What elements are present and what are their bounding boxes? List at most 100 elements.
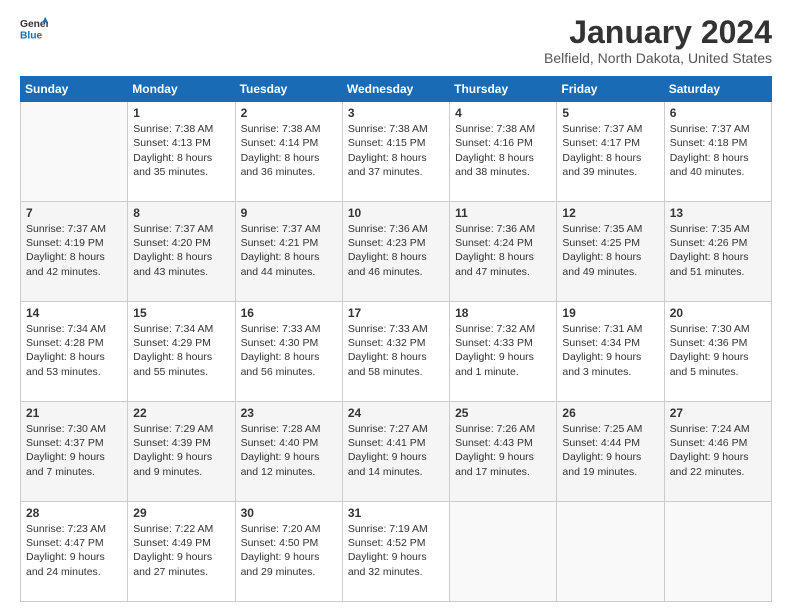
day-cell-4-6 [664, 502, 771, 602]
week-row-1: 7 Sunrise: 7:37 AM Sunset: 4:19 PM Daylig… [21, 202, 772, 302]
day-cell-3-0: 21Sunrise: 7:30 AM Sunset: 4:37 PM Dayli… [21, 402, 128, 502]
svg-text:Blue: Blue [20, 30, 43, 41]
day-number: 9 [241, 206, 337, 220]
day-number: 30 [241, 506, 337, 520]
day-info: Sunrise: 7:32 AM Sunset: 4:33 PM Dayligh… [455, 322, 551, 379]
day-number: 22 [133, 406, 229, 420]
day-info: Sunrise: 7:37 AM Sunset: 4:21 PM Dayligh… [241, 222, 337, 279]
day-info: Sunrise: 7:35 AM Sunset: 4:26 PM Dayligh… [670, 222, 766, 279]
logo: General Blue [20, 15, 48, 43]
day-number: 31 [348, 506, 444, 520]
week-row-3: 21Sunrise: 7:30 AM Sunset: 4:37 PM Dayli… [21, 402, 772, 502]
header-friday: Friday [557, 77, 664, 102]
day-number: 7 [26, 206, 122, 220]
day-cell-4-2: 30 Sunrise: 7:20 AM Sunset: 4:50 PM Dayli… [235, 502, 342, 602]
day-info: Sunrise: 7:29 AM Sunset: 4:39 PM Dayligh… [133, 422, 229, 479]
day-number: 23 [241, 406, 337, 420]
day-info: Sunrise: 7:24 AM Sunset: 4:46 PM Dayligh… [670, 422, 766, 479]
day-number: 14 [26, 306, 122, 320]
day-cell-2-5: 19 Sunrise: 7:31 AM Sunset: 4:34 PM Dayli… [557, 302, 664, 402]
day-info: Sunrise: 7:38 AM Sunset: 4:14 PM Dayligh… [241, 122, 337, 179]
day-info: Sunrise: 7:30 AM Sunset: 4:37 PM Dayligh… [26, 422, 122, 479]
day-number: 2 [241, 106, 337, 120]
day-info: Sunrise: 7:23 AM Sunset: 4:47 PM Dayligh… [26, 522, 122, 579]
day-number: 1 [133, 106, 229, 120]
title-section: January 2024 Belfield, North Dakota, Uni… [544, 15, 772, 66]
day-number: 19 [562, 306, 658, 320]
day-cell-3-4: 25 Sunrise: 7:26 AM Sunset: 4:43 PM Dayli… [450, 402, 557, 502]
day-number: 24 [348, 406, 444, 420]
day-cell-1-5: 12 Sunrise: 7:35 AM Sunset: 4:25 PM Dayli… [557, 202, 664, 302]
day-number: 13 [670, 206, 766, 220]
day-number: 15 [133, 306, 229, 320]
day-number: 11 [455, 206, 551, 220]
day-cell-1-1: 8Sunrise: 7:37 AM Sunset: 4:20 PM Daylig… [128, 202, 235, 302]
day-number: 12 [562, 206, 658, 220]
day-number: 18 [455, 306, 551, 320]
day-cell-3-2: 23 Sunrise: 7:28 AM Sunset: 4:40 PM Dayli… [235, 402, 342, 502]
day-info: Sunrise: 7:37 AM Sunset: 4:19 PM Dayligh… [26, 222, 122, 279]
day-number: 6 [670, 106, 766, 120]
day-number: 25 [455, 406, 551, 420]
day-info: Sunrise: 7:35 AM Sunset: 4:25 PM Dayligh… [562, 222, 658, 279]
day-info: Sunrise: 7:38 AM Sunset: 4:13 PM Dayligh… [133, 122, 229, 179]
calendar-title: January 2024 [544, 15, 772, 50]
day-number: 3 [348, 106, 444, 120]
day-info: Sunrise: 7:37 AM Sunset: 4:18 PM Dayligh… [670, 122, 766, 179]
day-cell-2-3: 17 Sunrise: 7:33 AM Sunset: 4:32 PM Dayli… [342, 302, 449, 402]
day-cell-0-0 [21, 102, 128, 202]
day-number: 20 [670, 306, 766, 320]
day-info: Sunrise: 7:38 AM Sunset: 4:16 PM Dayligh… [455, 122, 551, 179]
header-tuesday: Tuesday [235, 77, 342, 102]
day-cell-4-3: 31Sunrise: 7:19 AM Sunset: 4:52 PM Dayli… [342, 502, 449, 602]
day-info: Sunrise: 7:22 AM Sunset: 4:49 PM Dayligh… [133, 522, 229, 579]
day-cell-4-4 [450, 502, 557, 602]
day-number: 16 [241, 306, 337, 320]
day-number: 5 [562, 106, 658, 120]
day-info: Sunrise: 7:20 AM Sunset: 4:50 PM Dayligh… [241, 522, 337, 579]
day-cell-0-4: 4 Sunrise: 7:38 AM Sunset: 4:16 PM Daylig… [450, 102, 557, 202]
header-saturday: Saturday [664, 77, 771, 102]
day-cell-1-0: 7 Sunrise: 7:37 AM Sunset: 4:19 PM Daylig… [21, 202, 128, 302]
day-info: Sunrise: 7:33 AM Sunset: 4:30 PM Dayligh… [241, 322, 337, 379]
day-number: 17 [348, 306, 444, 320]
day-cell-3-3: 24 Sunrise: 7:27 AM Sunset: 4:41 PM Dayli… [342, 402, 449, 502]
day-info: Sunrise: 7:38 AM Sunset: 4:15 PM Dayligh… [348, 122, 444, 179]
day-cell-1-2: 9 Sunrise: 7:37 AM Sunset: 4:21 PM Daylig… [235, 202, 342, 302]
day-cell-2-4: 18 Sunrise: 7:32 AM Sunset: 4:33 PM Dayli… [450, 302, 557, 402]
day-cell-1-4: 11Sunrise: 7:36 AM Sunset: 4:24 PM Dayli… [450, 202, 557, 302]
day-cell-3-1: 22 Sunrise: 7:29 AM Sunset: 4:39 PM Dayli… [128, 402, 235, 502]
calendar-page: General Blue January 2024 Belfield, Nort… [0, 0, 792, 612]
calendar-table: Sunday Monday Tuesday Wednesday Thursday… [20, 76, 772, 602]
day-cell-1-3: 10Sunrise: 7:36 AM Sunset: 4:23 PM Dayli… [342, 202, 449, 302]
header-monday: Monday [128, 77, 235, 102]
day-info: Sunrise: 7:37 AM Sunset: 4:17 PM Dayligh… [562, 122, 658, 179]
day-number: 27 [670, 406, 766, 420]
day-info: Sunrise: 7:30 AM Sunset: 4:36 PM Dayligh… [670, 322, 766, 379]
day-number: 29 [133, 506, 229, 520]
day-cell-0-1: 1 Sunrise: 7:38 AM Sunset: 4:13 PM Daylig… [128, 102, 235, 202]
day-info: Sunrise: 7:26 AM Sunset: 4:43 PM Dayligh… [455, 422, 551, 479]
day-info: Sunrise: 7:33 AM Sunset: 4:32 PM Dayligh… [348, 322, 444, 379]
day-number: 28 [26, 506, 122, 520]
day-cell-2-6: 20 Sunrise: 7:30 AM Sunset: 4:36 PM Dayli… [664, 302, 771, 402]
day-number: 10 [348, 206, 444, 220]
day-cell-2-0: 14 Sunrise: 7:34 AM Sunset: 4:28 PM Dayli… [21, 302, 128, 402]
day-cell-3-6: 27 Sunrise: 7:24 AM Sunset: 4:46 PM Dayli… [664, 402, 771, 502]
day-cell-4-0: 28 Sunrise: 7:23 AM Sunset: 4:47 PM Dayli… [21, 502, 128, 602]
day-info: Sunrise: 7:34 AM Sunset: 4:29 PM Dayligh… [133, 322, 229, 379]
day-info: Sunrise: 7:27 AM Sunset: 4:41 PM Dayligh… [348, 422, 444, 479]
day-cell-0-2: 2 Sunrise: 7:38 AM Sunset: 4:14 PM Daylig… [235, 102, 342, 202]
header: General Blue January 2024 Belfield, Nort… [20, 15, 772, 66]
day-info: Sunrise: 7:31 AM Sunset: 4:34 PM Dayligh… [562, 322, 658, 379]
day-cell-3-5: 26Sunrise: 7:25 AM Sunset: 4:44 PM Dayli… [557, 402, 664, 502]
day-info: Sunrise: 7:34 AM Sunset: 4:28 PM Dayligh… [26, 322, 122, 379]
calendar-subtitle: Belfield, North Dakota, United States [544, 50, 772, 66]
day-cell-2-2: 16 Sunrise: 7:33 AM Sunset: 4:30 PM Dayli… [235, 302, 342, 402]
day-number: 4 [455, 106, 551, 120]
day-number: 26 [562, 406, 658, 420]
day-info: Sunrise: 7:28 AM Sunset: 4:40 PM Dayligh… [241, 422, 337, 479]
week-row-0: 1 Sunrise: 7:38 AM Sunset: 4:13 PM Daylig… [21, 102, 772, 202]
day-number: 8 [133, 206, 229, 220]
header-thursday: Thursday [450, 77, 557, 102]
